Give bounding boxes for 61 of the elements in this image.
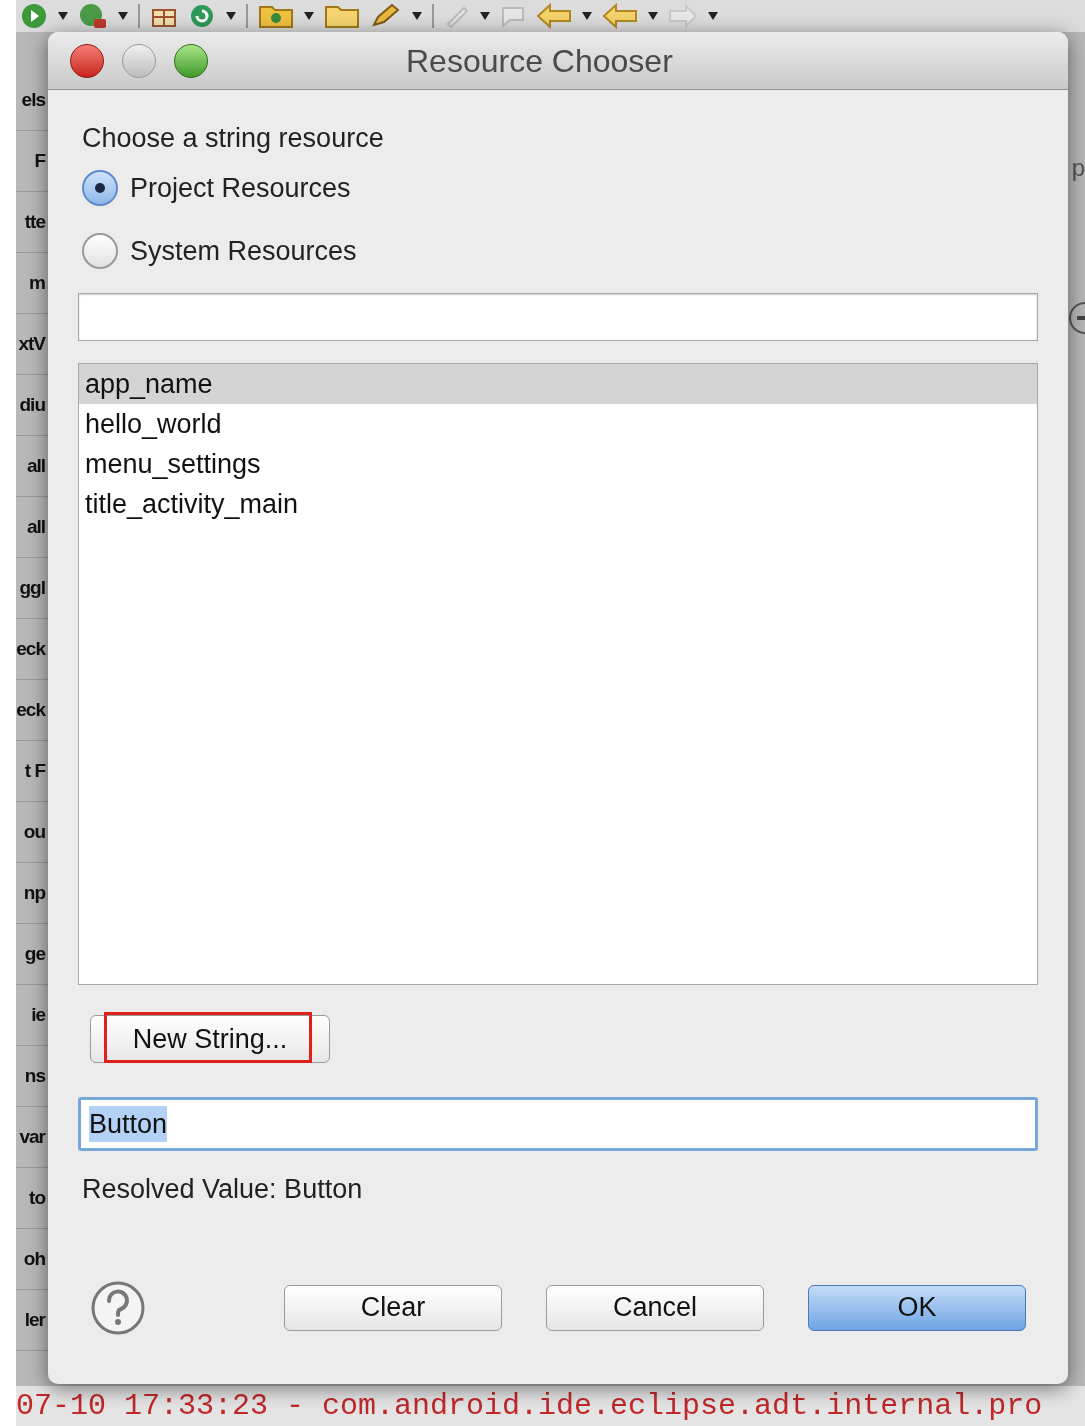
palette-item-label: ie [31,1002,45,1027]
palette-item-label: diu [19,392,45,417]
folder-icon[interactable] [258,3,294,29]
back-arrow-icon[interactable] [536,3,572,29]
resource-list-item[interactable]: menu_settings [79,444,1037,484]
refresh-icon[interactable] [188,3,216,29]
palette-item-label: oh [23,1246,45,1271]
palette-item-label: ggl [19,575,45,600]
console-log-line: 07-10 17:33:23 - com.android.ide.eclipse.adt.internal.pro [16,1387,1043,1425]
close-button[interactable] [70,43,104,78]
radio-label: Project Resources [130,172,351,205]
dropdown-caret-icon[interactable] [708,12,718,20]
dialog-button[interactable]: OK [808,1284,1026,1331]
palette-item-label: els [21,87,45,112]
dropdown-caret-icon[interactable] [58,12,68,20]
radio-label: System Resources [130,234,357,268]
palette-item-label: to [29,1185,45,1210]
palette-item-label: tte [24,209,45,234]
resource-list-item[interactable]: title_activity_main [79,484,1037,524]
palette-item-label: eck [16,697,45,722]
palette-item-label: var [19,1124,45,1149]
dropdown-caret-icon[interactable] [412,12,422,20]
help-icon[interactable] [90,1279,146,1336]
palette-item-label: np [23,880,45,905]
dropdown-caret-icon[interactable] [304,12,314,20]
new-string-button[interactable]: New String... [90,1015,330,1063]
pencil-icon[interactable] [370,3,402,29]
resource-list-item[interactable]: hello_world [79,404,1037,444]
palette-item-label: F [34,148,45,173]
value-field[interactable]: Button [78,1097,1038,1151]
palette-item-label: m [29,270,45,295]
radio-button[interactable] [82,170,118,207]
palette-item-label: ge [24,941,45,966]
dropdown-caret-icon[interactable] [226,12,236,20]
resolved-value-label: Resolved Value: Button [82,1173,364,1206]
panel-text: p [1071,153,1085,183]
filter-field[interactable] [78,293,1038,341]
dropdown-caret-icon[interactable] [480,12,490,20]
palette-item-label: xtV [18,331,45,356]
dialog-button[interactable]: Clear [284,1284,502,1331]
radio-button[interactable] [82,232,118,269]
dropdown-caret-icon[interactable] [582,12,592,20]
dropdown-caret-icon[interactable] [118,12,128,20]
zoom-button[interactable] [174,43,208,78]
dialog-button[interactable]: Cancel [546,1284,764,1331]
value-text: Button [89,1106,168,1142]
palette-item-label: ns [24,1063,45,1088]
run-icon[interactable] [20,3,48,29]
window-title: Resource Chooser [406,41,673,81]
palette-item-label: eck [16,636,45,661]
palette-item-label: ler [24,1307,45,1332]
marker-icon[interactable] [444,4,470,28]
debug-run-icon[interactable] [78,3,108,29]
palette-item-label: t F [24,758,45,783]
folder-icon[interactable] [324,3,360,29]
resource-list-item[interactable]: app_name [79,364,1037,404]
palette-item-label: all [26,514,45,539]
palette-item-label: all [26,453,45,478]
prompt-label: Choose a string resource [82,122,385,155]
dropdown-caret-icon[interactable] [648,12,658,20]
palette-item-label: ou [23,819,45,844]
